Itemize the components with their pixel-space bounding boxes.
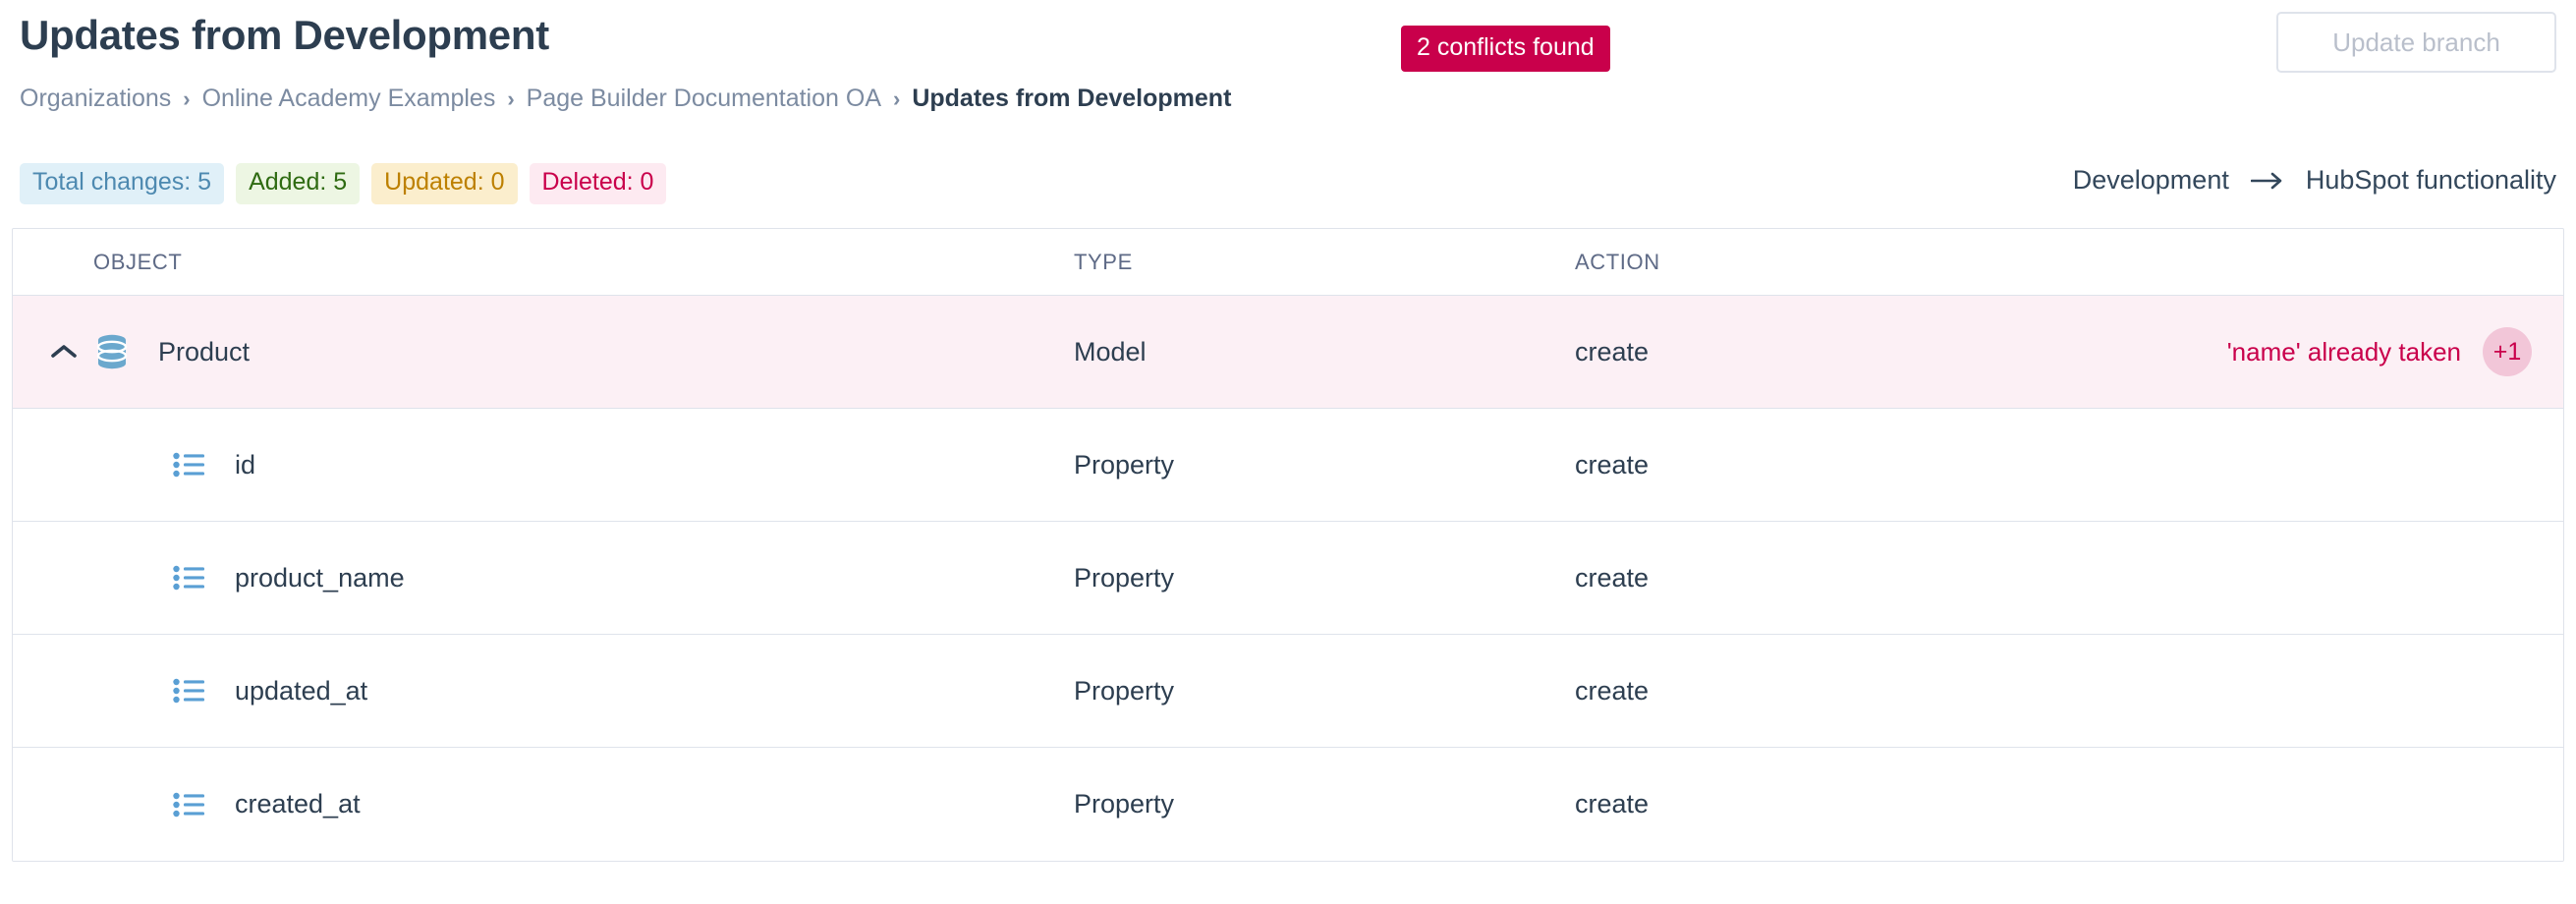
object-type: Property bbox=[1074, 789, 1175, 819]
chip-deleted: Deleted: 0 bbox=[529, 163, 667, 204]
table-row[interactable]: created_at Property create bbox=[13, 748, 2563, 861]
conflicts-badge[interactable]: 2 conflicts found bbox=[1401, 26, 1610, 72]
breadcrumb-separator-icon: › bbox=[893, 85, 901, 111]
object-type: Property bbox=[1074, 675, 1175, 706]
object-cell: updated_at bbox=[13, 676, 1074, 706]
change-summary-chips: Total changes: 5 Added: 5 Updated: 0 Del… bbox=[20, 163, 667, 204]
source-branch-label: Development bbox=[2072, 165, 2229, 195]
update-branch-button[interactable]: Update branch bbox=[2276, 12, 2556, 73]
object-cell: created_at bbox=[13, 789, 1074, 819]
object-name: product_name bbox=[235, 562, 405, 593]
object-action: create bbox=[1575, 562, 1650, 593]
page-title: Updates from Development bbox=[20, 12, 549, 58]
arrow-right-icon bbox=[2250, 170, 2284, 192]
breadcrumb-item-organizations[interactable]: Organizations bbox=[20, 85, 171, 113]
chip-updated: Updated: 0 bbox=[371, 163, 518, 204]
object-name: Product bbox=[158, 336, 251, 367]
breadcrumb: Organizations › Online Academy Examples … bbox=[20, 85, 1231, 113]
object-action: create bbox=[1575, 449, 1650, 480]
breadcrumb-separator-icon: › bbox=[507, 85, 515, 111]
table-row[interactable]: updated_at Property create bbox=[13, 635, 2563, 748]
breadcrumb-item-online-academy-examples[interactable]: Online Academy Examples bbox=[202, 85, 496, 113]
changes-table: OBJECT TYPE ACTION Product Model create … bbox=[12, 228, 2564, 862]
object-type: Property bbox=[1074, 562, 1175, 593]
target-branch-label: HubSpot functionality bbox=[2305, 165, 2556, 195]
column-header-action: ACTION bbox=[1575, 249, 1660, 274]
breadcrumb-separator-icon: › bbox=[183, 85, 191, 111]
object-name: created_at bbox=[235, 789, 361, 819]
page-header: Updates from Development 2 conflicts fou… bbox=[20, 0, 2556, 90]
property-list-icon bbox=[166, 792, 211, 818]
column-header-object: OBJECT bbox=[93, 249, 183, 274]
branch-comparison: Development HubSpot functionality bbox=[2073, 165, 2556, 196]
object-name: updated_at bbox=[235, 675, 368, 706]
conflict-status: 'name' already taken +1 bbox=[2086, 327, 2563, 376]
property-list-icon bbox=[166, 452, 211, 478]
object-type: Model bbox=[1074, 336, 1147, 367]
object-action: create bbox=[1575, 336, 1650, 367]
table-row[interactable]: Product Model create 'name' already take… bbox=[13, 296, 2563, 409]
table-header-row: OBJECT TYPE ACTION bbox=[13, 229, 2563, 296]
object-type: Property bbox=[1074, 449, 1175, 480]
breadcrumb-item-page-builder-documentation-oa[interactable]: Page Builder Documentation OA bbox=[527, 85, 881, 113]
object-action: create bbox=[1575, 675, 1650, 706]
object-cell: product_name bbox=[13, 563, 1074, 593]
chevron-up-icon[interactable] bbox=[38, 342, 89, 362]
chip-total-changes: Total changes: 5 bbox=[20, 163, 225, 204]
chip-added: Added: 5 bbox=[236, 163, 361, 204]
updates-from-development-page: Updates from Development 2 conflicts fou… bbox=[0, 0, 2576, 904]
object-name: id bbox=[235, 449, 256, 480]
table-row[interactable]: id Property create bbox=[13, 409, 2563, 522]
object-action: create bbox=[1575, 789, 1650, 819]
column-header-type: TYPE bbox=[1074, 249, 1133, 274]
property-list-icon bbox=[166, 565, 211, 591]
conflict-message: 'name' already taken bbox=[2226, 336, 2461, 367]
property-list-icon bbox=[166, 678, 211, 704]
database-icon bbox=[89, 333, 135, 370]
object-cell: id bbox=[13, 450, 1074, 480]
more-conflicts-badge[interactable]: +1 bbox=[2483, 327, 2532, 376]
object-cell: Product bbox=[13, 333, 1074, 370]
table-row[interactable]: product_name Property create bbox=[13, 522, 2563, 635]
breadcrumb-item-current: Updates from Development bbox=[912, 85, 1232, 112]
